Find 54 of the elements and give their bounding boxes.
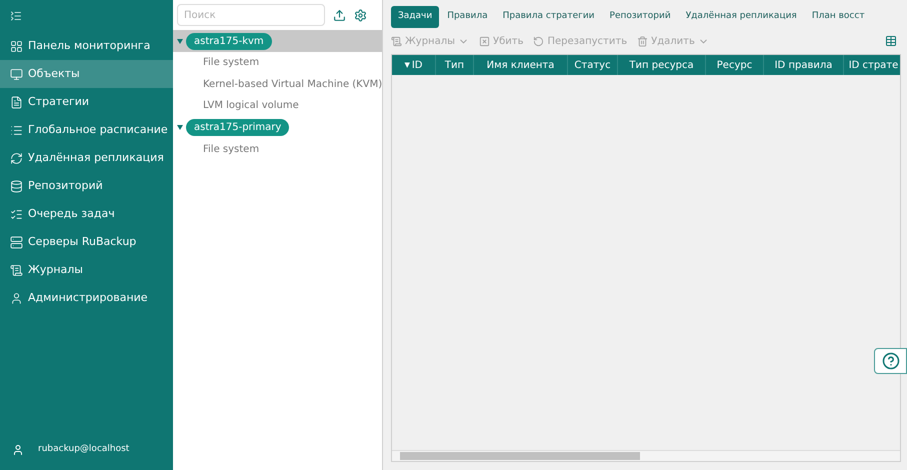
sidebar-item[interactable]: Удалённая репликация — [0, 144, 173, 172]
host-badge[interactable]: astra175-primary — [186, 119, 290, 136]
column-header[interactable]: Тип — [436, 55, 474, 75]
server-icon — [10, 236, 23, 248]
tab[interactable]: План восст — [804, 6, 872, 28]
tab[interactable]: Удалённая репликация — [678, 6, 804, 28]
column-header[interactable]: Тип ресурса — [618, 55, 706, 75]
sidebar-item[interactable]: Администрирование — [0, 284, 173, 312]
help-icon — [882, 352, 900, 370]
tree-item[interactable]: Kernel-based Virtual Machine (KVM) — [203, 76, 382, 92]
sidebar-item[interactable]: Репозиторий — [0, 172, 173, 200]
upload-icon[interactable] — [333, 8, 346, 22]
tree-item[interactable]: File system — [203, 142, 260, 157]
checklist-icon — [10, 208, 23, 220]
search-field[interactable]: Поиск — [177, 4, 325, 26]
sidebar-item[interactable]: Глобальное расписание — [0, 116, 173, 144]
grid-icon — [10, 40, 23, 52]
sidebar-item[interactable]: Серверы RuBackup — [0, 228, 173, 256]
tab[interactable]: Репозиторий — [602, 6, 678, 28]
trash-icon — [637, 36, 648, 46]
document-icon — [10, 96, 23, 108]
sidebar-item[interactable]: Объекты — [0, 60, 173, 88]
user-icon — [10, 292, 23, 304]
log-icon — [10, 264, 23, 276]
menu-icon[interactable] — [10, 10, 22, 22]
sidebar-item[interactable]: Панель мониторинга — [0, 32, 173, 60]
user-name: rubackup@localhost — [38, 443, 130, 456]
settings-icon[interactable] — [354, 8, 367, 22]
x-square-icon — [479, 36, 490, 46]
sidebar-item[interactable]: Очередь задач — [0, 200, 173, 228]
column-header[interactable]: ID страте — [844, 55, 900, 75]
tree-item[interactable]: LVM logical volume — [203, 98, 299, 114]
tree-row[interactable]: astra175-kvm — [173, 30, 382, 52]
horizontal-scrollbar[interactable] — [392, 450, 900, 461]
tree-row[interactable]: astra175-primary — [173, 116, 382, 138]
table-settings-icon[interactable] — [885, 35, 897, 47]
host-badge[interactable]: astra175-kvm — [186, 32, 272, 50]
column-header[interactable]: Статус — [568, 55, 618, 75]
tab[interactable]: Задачи — [391, 6, 440, 28]
sidebar-item[interactable]: Стратегии — [0, 88, 173, 116]
tab[interactable]: Правила — [440, 6, 495, 28]
help-button[interactable] — [874, 348, 907, 374]
log-icon — [391, 36, 402, 46]
database-icon — [10, 180, 23, 192]
column-header[interactable]: Имя клиента — [474, 55, 568, 75]
restart-icon — [533, 36, 544, 46]
refresh-icon — [10, 152, 23, 164]
column-header[interactable]: Ресурс — [706, 55, 764, 75]
tab[interactable]: Правила стратегии — [496, 6, 602, 28]
column-header[interactable]: ID правила — [764, 55, 844, 75]
monitor-icon — [10, 68, 23, 80]
user-icon — [12, 444, 24, 456]
tree-item[interactable]: File system — [203, 55, 260, 70]
sidebar-item[interactable]: Журналы — [0, 256, 173, 284]
